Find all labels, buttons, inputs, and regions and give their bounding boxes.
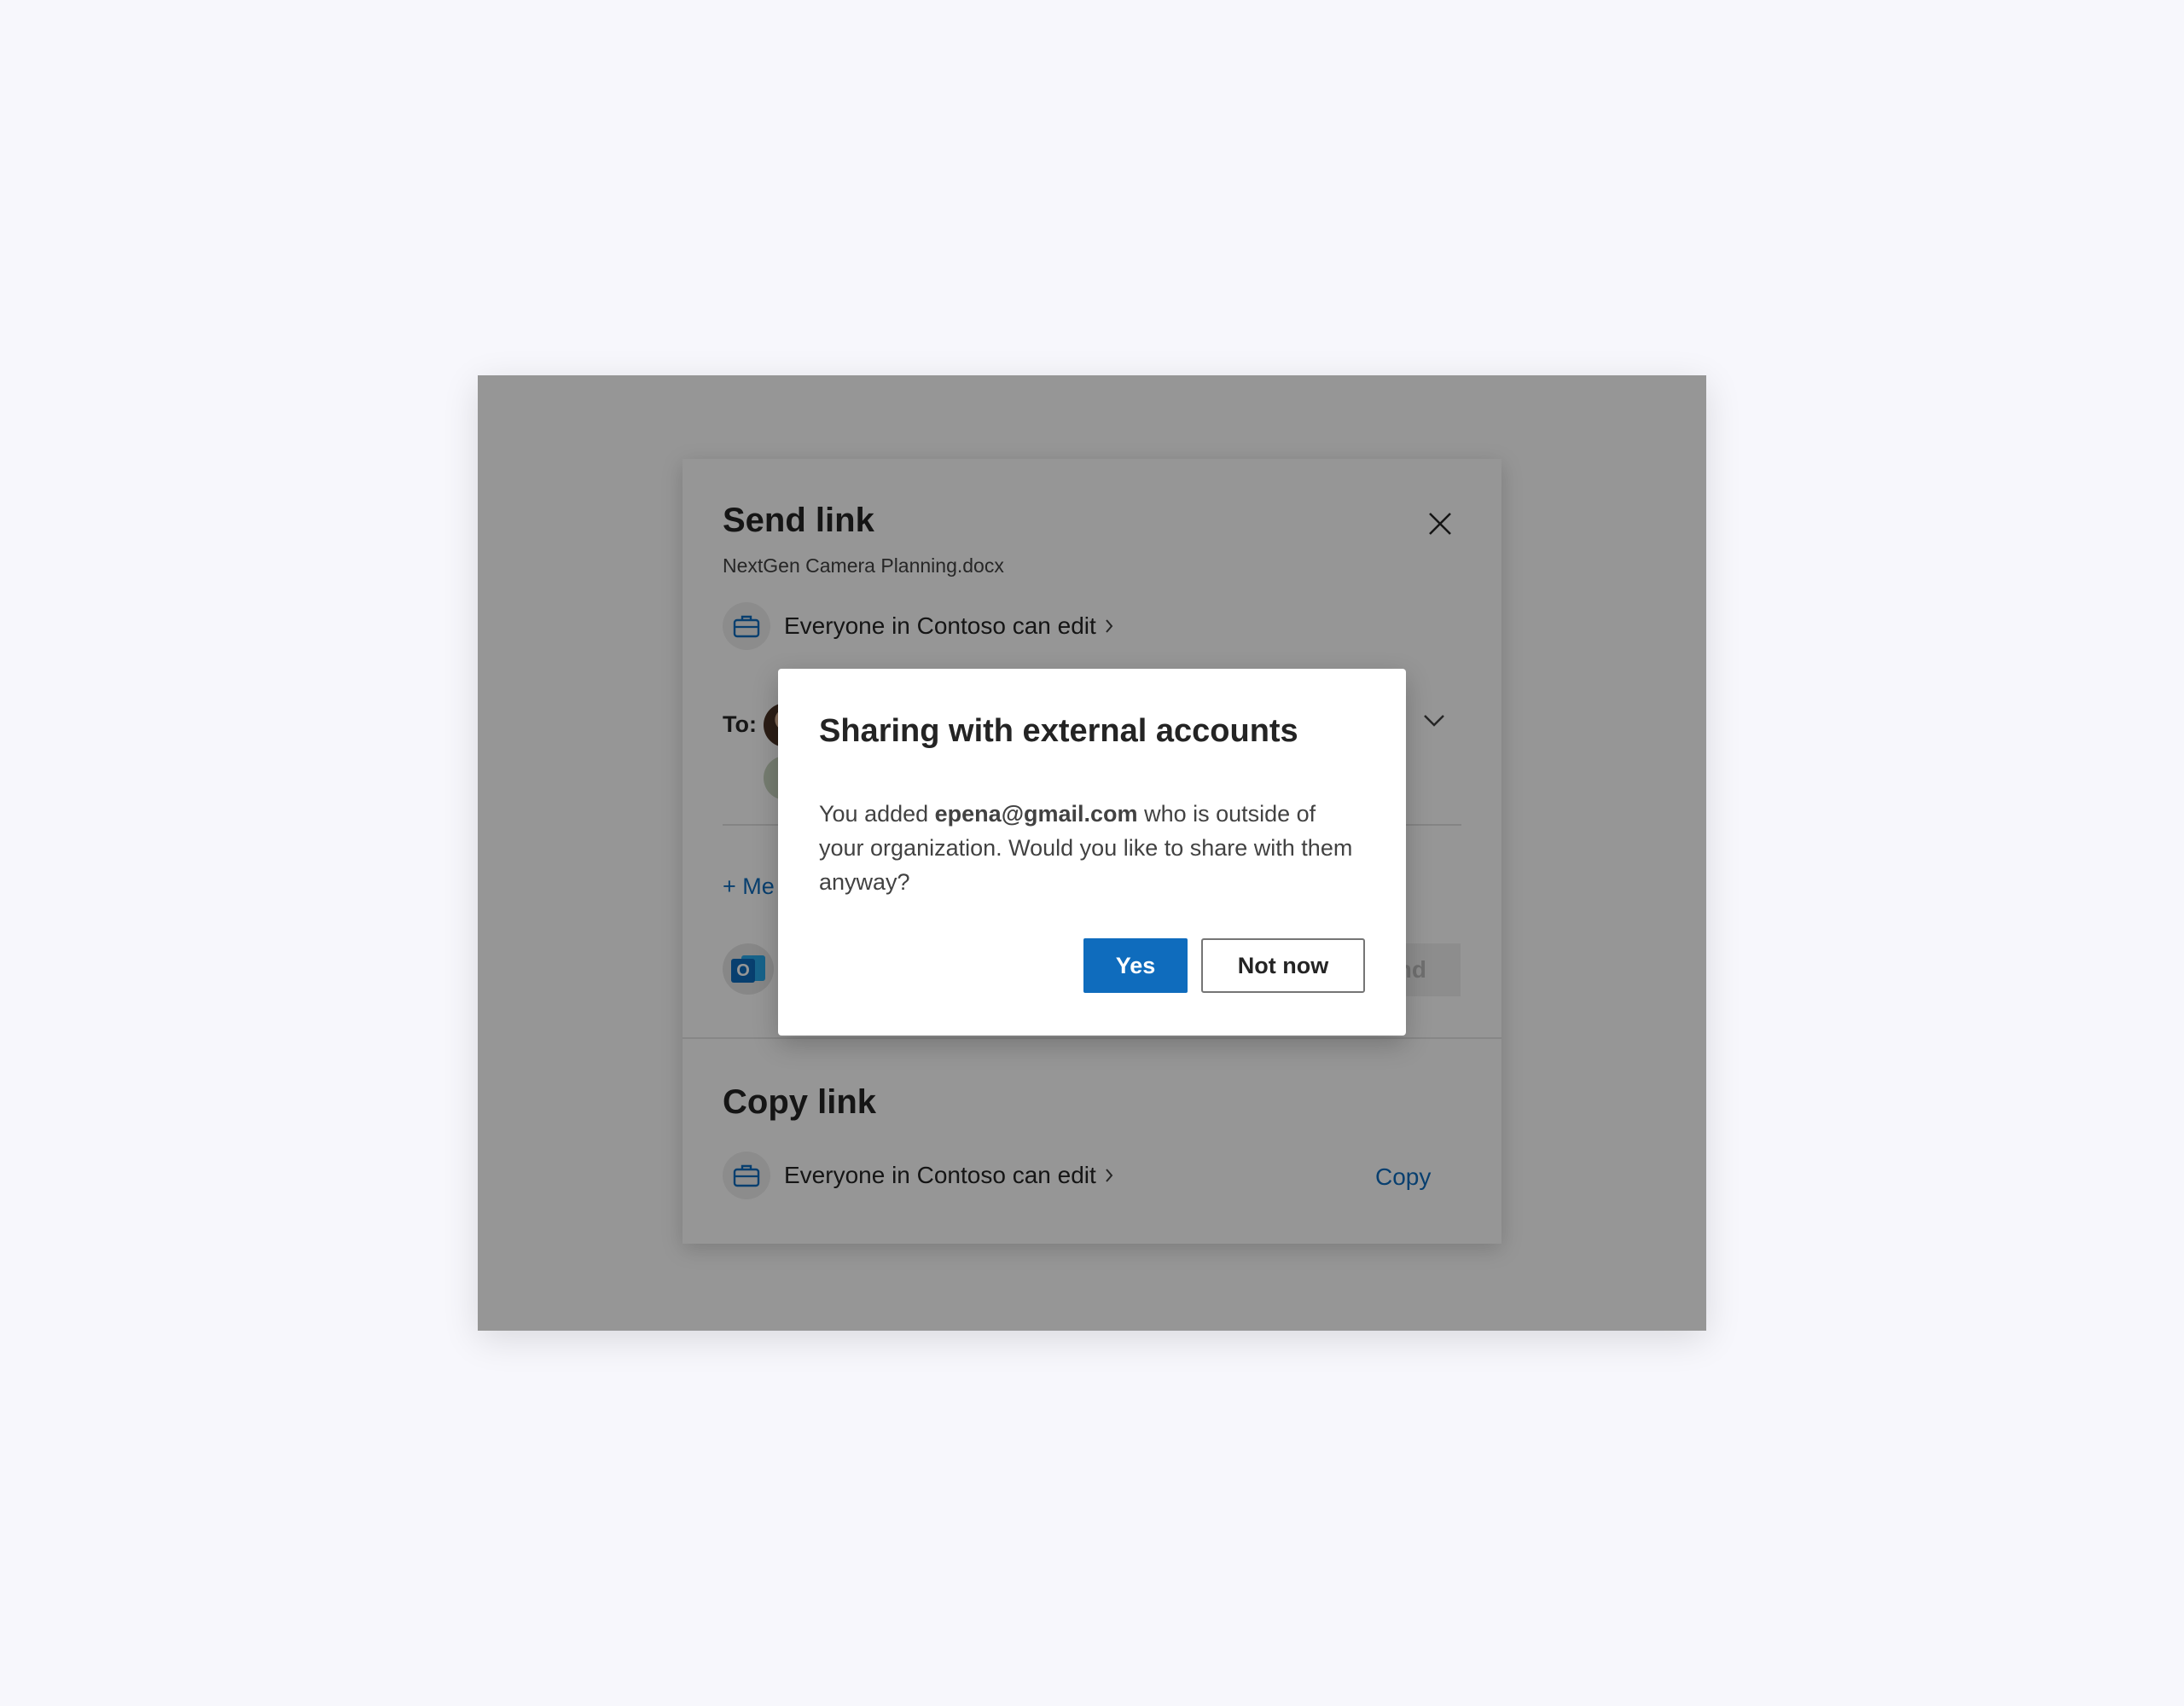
dialog-message: You added epena@gmail.com who is outside…: [819, 797, 1365, 899]
dialog-title: Sharing with external accounts: [819, 713, 1298, 749]
external-email: epena@gmail.com: [934, 801, 1138, 827]
not-now-button[interactable]: Not now: [1201, 938, 1365, 993]
dialog-message-prefix: You added: [819, 801, 935, 827]
yes-button[interactable]: Yes: [1083, 938, 1188, 993]
external-sharing-dialog: Sharing with external accounts You added…: [778, 669, 1406, 1036]
app-frame: Send link NextGen Camera Planning.docx E…: [478, 375, 1706, 1331]
